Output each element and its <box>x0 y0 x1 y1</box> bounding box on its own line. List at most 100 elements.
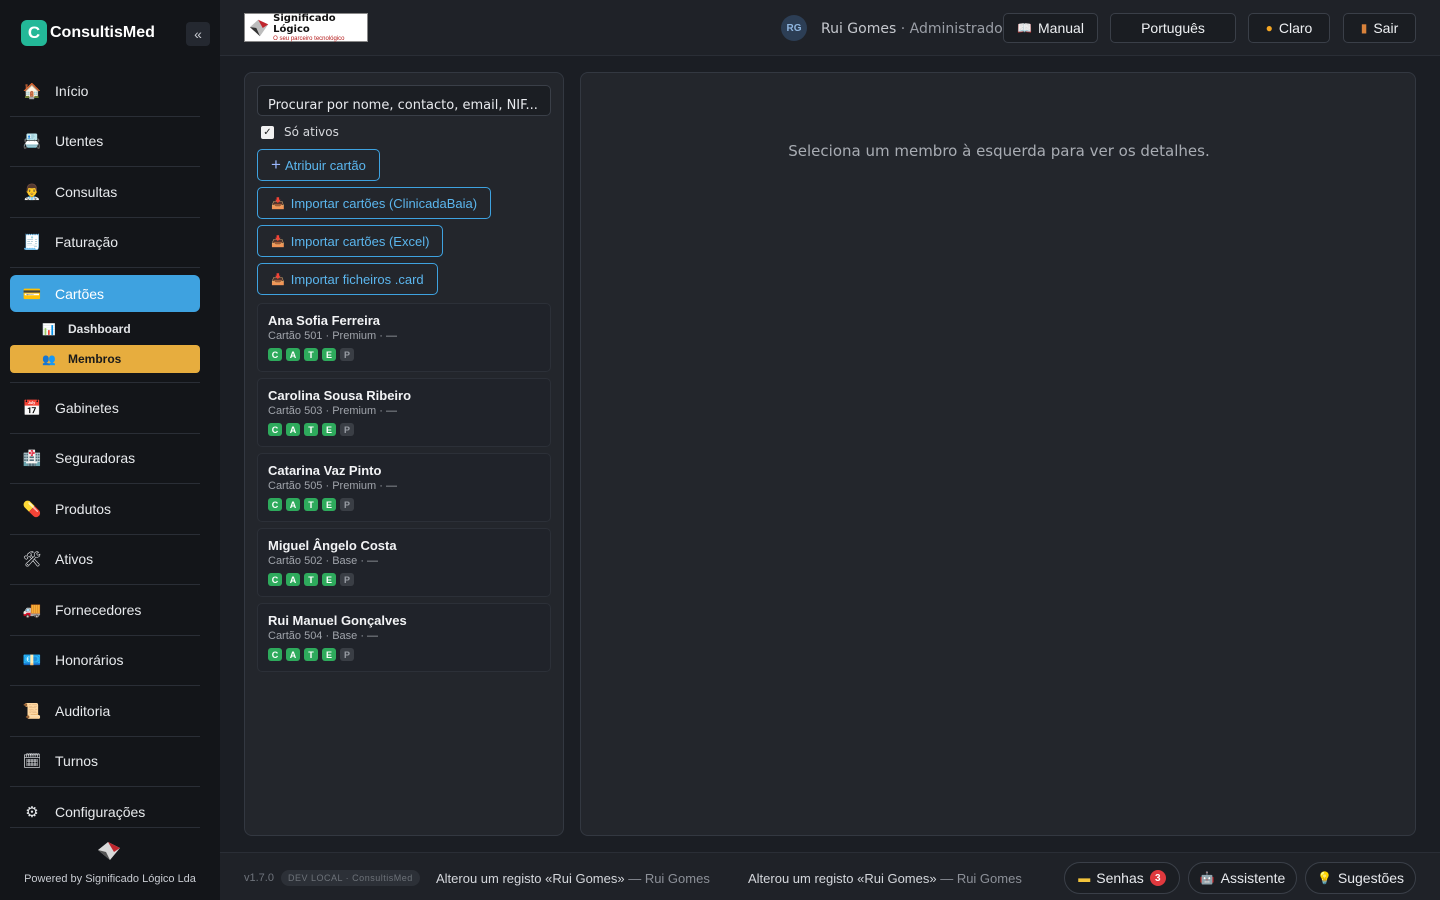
cartoes-submenu: 📊 Dashboard 👥 Membros <box>10 315 200 383</box>
pill-icon: 💊 <box>22 500 42 518</box>
theme-label: Claro <box>1278 20 1313 36</box>
sidebar-item-honorarios[interactable]: 💶 Honorários <box>10 636 200 686</box>
sidebar-item-inicio[interactable]: 🏠 Início <box>10 66 200 117</box>
status-footer: v1.7.0 DEV LOCAL · ConsultisMed Alterou … <box>220 852 1440 900</box>
status-badge: E <box>322 498 336 511</box>
home-icon: 🏠 <box>22 82 42 100</box>
status-badge: A <box>286 423 300 436</box>
member-card[interactable]: Rui Manuel Gonçalves Cartão 504 · Base · … <box>257 603 551 672</box>
powered-by-text: Powered by Significado Lógico Lda <box>24 873 196 885</box>
sidebar-subitem-membros[interactable]: 👥 Membros <box>10 345 200 373</box>
status-badge: T <box>304 423 318 436</box>
member-card[interactable]: Miguel Ângelo Costa Cartão 502 · Base · —… <box>257 528 551 597</box>
import-clinic-cards-button[interactable]: 📥 Importar cartões (ClinicadaBaia) <box>257 187 492 219</box>
assistant-label: Assistente <box>1220 870 1286 886</box>
assign-card-label: Atribuir cartão <box>284 157 366 173</box>
only-active-checkbox[interactable]: ✓ <box>261 125 274 139</box>
banknote-icon: 💶 <box>22 652 42 670</box>
import-excel-cards-button[interactable]: 📥 Importar cartões (Excel) <box>257 225 444 257</box>
sidebar-item-consultas[interactable]: 👨‍⚕️ Consultas <box>10 167 200 218</box>
language-select[interactable]: Português <box>1110 13 1236 43</box>
sidebar-item-cartoes[interactable]: 💳 Cartões <box>10 275 200 312</box>
users-icon: 👥 <box>42 353 56 366</box>
schedule-icon: 🗓 <box>22 753 42 771</box>
member-name: Rui Manuel Gonçalves <box>268 613 407 628</box>
user-name: Rui Gomes <box>821 21 897 37</box>
inbox-icon: 📥 <box>271 273 285 286</box>
sidebar-item-gabinetes[interactable]: 📅 Gabinetes <box>10 383 200 434</box>
sidebar-subitem-dashboard[interactable]: 📊 Dashboard <box>10 315 200 343</box>
sidebar-item-label: Produtos <box>55 500 112 517</box>
inbox-icon: 📥 <box>271 235 285 248</box>
sidebar-item-auditoria[interactable]: 📜 Auditoria <box>10 686 200 737</box>
member-badges: CATEP <box>268 423 540 436</box>
user-separator: · <box>896 21 910 37</box>
member-card[interactable]: Catarina Vaz Pinto Cartão 505 · Premium ·… <box>257 453 551 522</box>
suggestions-button[interactable]: 💡 Sugestões <box>1305 862 1416 894</box>
robot-icon: 🤖 <box>1199 871 1215 885</box>
sidebar-item-ativos[interactable]: 🛠 Ativos <box>10 535 200 585</box>
member-name: Ana Sofia Ferreira <box>268 313 380 328</box>
hospital-icon: 🏥 <box>22 450 42 468</box>
sidebar-item-produtos[interactable]: 💊 Produtos <box>10 484 200 535</box>
gear-icon: ⚙ <box>25 804 39 822</box>
collapse-sidebar-button[interactable]: « <box>186 22 210 46</box>
senhas-label: Senhas <box>1096 870 1144 886</box>
bar-chart-icon: 📊 <box>42 323 56 336</box>
sidebar-subitem-label: Membros <box>68 352 122 366</box>
calendar-icon: 📅 <box>22 399 42 417</box>
user-role: Administrador <box>909 21 1009 37</box>
avatar[interactable]: RG <box>781 15 807 41</box>
assign-card-button[interactable]: + Atribuir cartão <box>257 149 380 181</box>
status-badge: E <box>322 423 336 436</box>
only-active-filter[interactable]: ✓ Só ativos <box>261 125 339 139</box>
ticket-icon: ▬ <box>1078 871 1091 885</box>
theme-toggle-button[interactable]: ● Claro <box>1248 13 1330 43</box>
sidebar-item-faturacao[interactable]: 🧾 Faturação <box>10 218 200 268</box>
suggestions-label: Sugestões <box>1337 870 1405 886</box>
book-icon: 📖 <box>1017 21 1033 35</box>
member-card-info: Cartão 503 · Premium · — <box>268 405 397 417</box>
member-card[interactable]: Ana Sofia Ferreira Cartão 501 · Premium ·… <box>257 303 551 372</box>
brand-logo-icon: C <box>21 20 47 46</box>
search-input[interactable]: Procurar por nome, contacto, email, NIF.… <box>257 85 551 116</box>
manual-button[interactable]: 📖 Manual <box>1003 13 1098 43</box>
member-name: Carolina Sousa Ribeiro <box>268 388 412 403</box>
status-badge: A <box>286 573 300 586</box>
activity-log-item: Alterou um registo «Rui Gomes» — Rui Gom… <box>748 871 1022 886</box>
status-badge: A <box>286 648 300 661</box>
door-icon: ▮ <box>1360 21 1368 35</box>
assistant-button[interactable]: 🤖 Assistente <box>1188 862 1297 894</box>
sidebar: C ConsultisMed « 🏠 Início 📇 Utentes 👨‍⚕️… <box>0 0 220 900</box>
sidebar-item-seguradoras[interactable]: 🏥 Seguradoras <box>10 434 200 484</box>
status-badge: C <box>268 573 282 586</box>
scroll-icon: 📜 <box>22 702 42 720</box>
tools-icon: 🛠 <box>22 551 42 569</box>
brand[interactable]: C ConsultisMed <box>21 20 155 46</box>
senhas-button[interactable]: ▬ Senhas 3 <box>1064 862 1180 894</box>
sidebar-item-fornecedores[interactable]: 🚚 Fornecedores <box>10 585 200 636</box>
empty-state-message: Seleciona um membro à esquerda para ver … <box>788 142 1210 160</box>
contacts-icon: 📇 <box>22 133 42 151</box>
sidebar-item-label: Cartões <box>55 285 105 302</box>
import-card-files-button[interactable]: 📥 Importar ficheiros .card <box>257 263 438 295</box>
notification-count-badge: 3 <box>1149 870 1166 886</box>
sidebar-footer: Powered by Significado Lógico Lda <box>10 827 200 900</box>
only-active-label: Só ativos <box>284 125 339 139</box>
member-card[interactable]: Carolina Sousa Ribeiro Cartão 503 · Premi… <box>257 378 551 447</box>
status-badge: P <box>340 648 354 661</box>
member-card-info: Cartão 501 · Premium · — <box>268 330 397 342</box>
sidebar-item-utentes[interactable]: 📇 Utentes <box>10 117 200 167</box>
status-badge: A <box>286 348 300 361</box>
plus-icon: + <box>271 155 281 174</box>
activity-text: Alterou um registo «Rui Gomes» <box>748 871 937 886</box>
status-badge: E <box>322 348 336 361</box>
logout-button[interactable]: ▮ Sair <box>1343 13 1416 43</box>
sidebar-item-label: Gabinetes <box>55 399 119 416</box>
sun-icon: ● <box>1265 21 1273 35</box>
activity-author: — Rui Gomes <box>624 871 710 886</box>
member-name: Catarina Vaz Pinto <box>268 463 382 478</box>
members-list-panel: Procurar por nome, contacto, email, NIF.… <box>244 72 564 836</box>
sidebar-item-label: Utentes <box>55 133 104 150</box>
sidebar-item-turnos[interactable]: 🗓 Turnos <box>10 737 200 787</box>
